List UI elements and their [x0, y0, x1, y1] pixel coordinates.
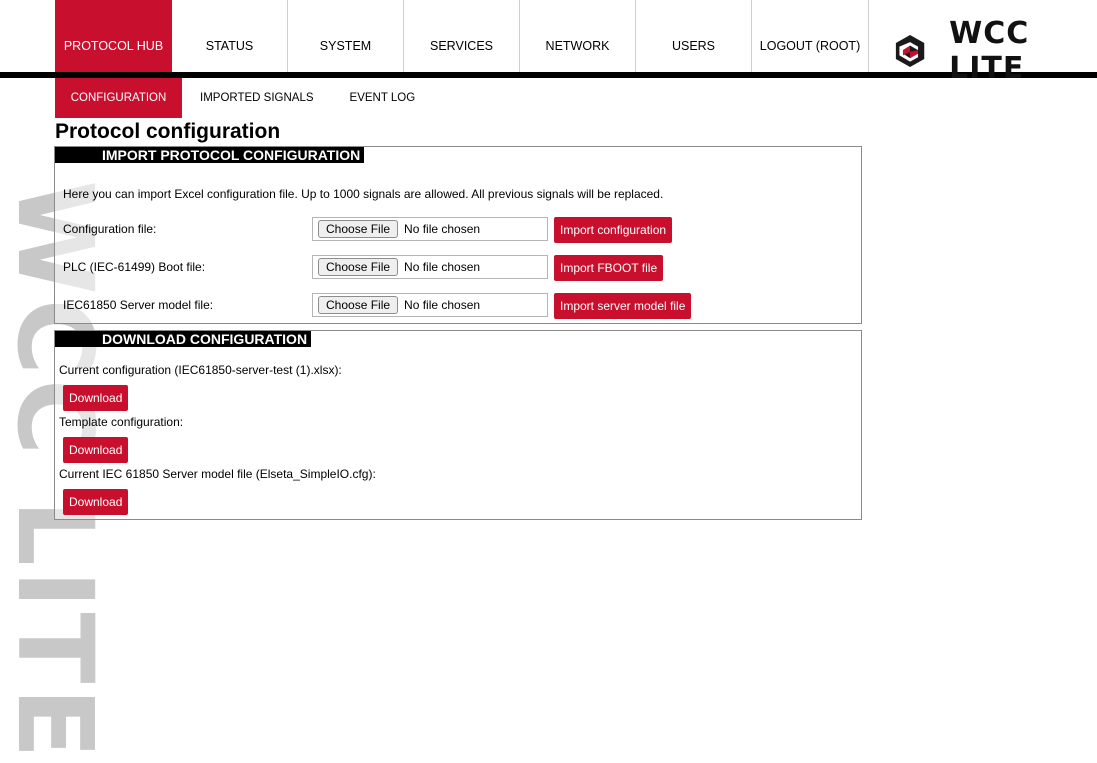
template-config-label: Template configuration: — [59, 415, 184, 429]
import-server-model-button[interactable]: Import server model file — [554, 293, 692, 319]
nav-services[interactable]: SERVICES — [404, 0, 520, 72]
import-fboot-button[interactable]: Import FBOOT file — [554, 255, 664, 281]
subnav-event-log[interactable]: EVENT LOG — [332, 78, 434, 118]
server-model-label: IEC61850 Server model file: — [63, 298, 214, 312]
config-file-input[interactable]: Choose File No file chosen — [312, 217, 548, 241]
download-panel-header: DOWNLOAD CONFIGURATION — [55, 331, 312, 347]
fboot-file-row: PLC (IEC-61499) Boot file: Choose File N… — [63, 255, 843, 281]
server-model-file-input[interactable]: Choose File No file chosen — [312, 293, 548, 317]
download-current-config-button[interactable]: Download — [63, 385, 129, 411]
server-model-file-status: No file chosen — [404, 298, 481, 312]
download-server-model-button[interactable]: Download — [63, 489, 129, 515]
fboot-file-label: PLC (IEC-61499) Boot file: — [63, 260, 206, 274]
server-model-row: IEC61850 Server model file: Choose File … — [63, 293, 843, 319]
import-intro-text: Here you can import Excel configuration … — [63, 187, 664, 201]
import-configuration-button[interactable]: Import configuration — [554, 217, 673, 243]
config-file-row: Configuration file: Choose File No file … — [63, 217, 843, 243]
server-model-download-label: Current IEC 61850 Server model file (Els… — [59, 467, 376, 481]
import-panel: IMPORT PROTOCOL CONFIGURATION Here you c… — [54, 146, 862, 324]
nav-network[interactable]: NETWORK — [520, 0, 636, 72]
download-panel: DOWNLOAD CONFIGURATION Current configura… — [54, 330, 862, 520]
wcc-logo-icon — [895, 35, 925, 67]
page-title: Protocol configuration — [55, 120, 281, 143]
import-panel-header: IMPORT PROTOCOL CONFIGURATION — [55, 147, 365, 163]
server-model-choose-file-button[interactable]: Choose File — [318, 296, 399, 314]
subnav-imported-signals[interactable]: IMPORTED SIGNALS — [182, 78, 332, 118]
fboot-file-status: No file chosen — [404, 260, 481, 274]
nav-system[interactable]: SYSTEM — [288, 0, 404, 72]
config-file-status: No file chosen — [404, 222, 481, 236]
sub-navigation: CONFIGURATION IMPORTED SIGNALS EVENT LOG — [55, 78, 433, 118]
nav-protocol-hub[interactable]: PROTOCOL HUB — [55, 0, 172, 72]
config-file-label: Configuration file: — [63, 222, 157, 236]
nav-users[interactable]: USERS — [636, 0, 752, 72]
brand-name: WCC LITE — [949, 16, 1030, 86]
nav-logout[interactable]: LOGOUT (ROOT) — [752, 0, 869, 72]
subnav-configuration[interactable]: CONFIGURATION — [55, 78, 182, 118]
nav-status[interactable]: STATUS — [172, 0, 288, 72]
fboot-file-input[interactable]: Choose File No file chosen — [312, 255, 548, 279]
main-navigation: PROTOCOL HUB STATUS SYSTEM SERVICES NETW… — [55, 0, 869, 72]
config-choose-file-button[interactable]: Choose File — [318, 220, 399, 238]
brand-logo[interactable]: WCC LITE — [895, 16, 1097, 86]
download-template-button[interactable]: Download — [63, 437, 129, 463]
fboot-choose-file-button[interactable]: Choose File — [318, 258, 399, 276]
current-config-label: Current configuration (IEC61850-server-t… — [59, 363, 342, 377]
